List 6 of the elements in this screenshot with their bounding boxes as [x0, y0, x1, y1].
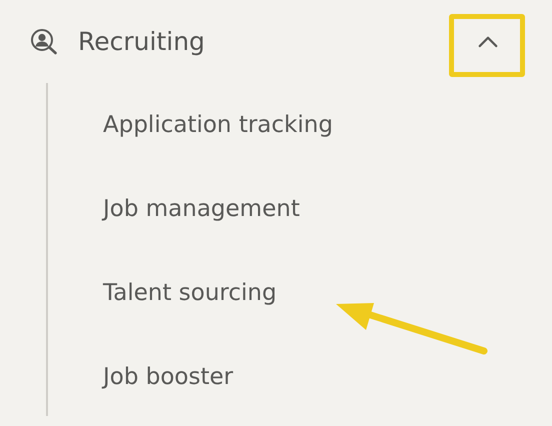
person-search-icon	[30, 28, 58, 56]
section-title: Recruiting	[78, 27, 205, 56]
menu-item[interactable]: Application tracking	[103, 83, 333, 167]
menu-item[interactable]: Job management	[103, 167, 300, 251]
menu-item[interactable]: Talent sourcing	[103, 251, 277, 335]
menu-item[interactable]: Job booster	[103, 335, 234, 419]
